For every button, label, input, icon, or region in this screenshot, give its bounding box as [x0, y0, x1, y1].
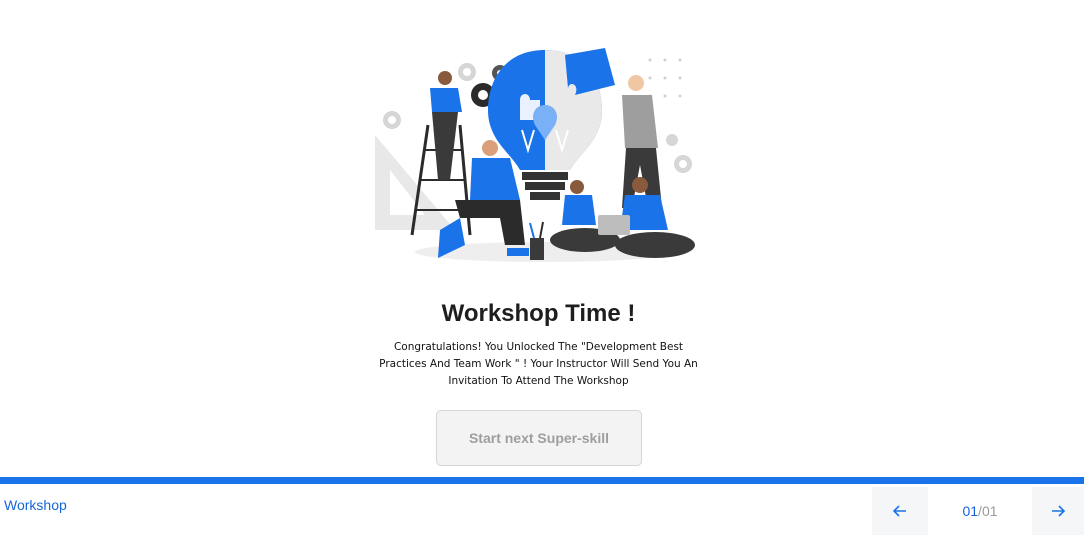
footer-section-label: Workshop	[4, 497, 67, 513]
start-next-super-skill-button[interactable]: Start next Super-skill	[436, 410, 642, 466]
page-counter: 01 / 01	[928, 487, 1032, 535]
previous-button[interactable]	[872, 487, 928, 535]
progress-bar-fill	[0, 477, 1084, 484]
congratulations-message: Congratulations! You Unlocked The "Devel…	[379, 341, 698, 387]
page-title: Workshop Time !	[441, 300, 636, 327]
total-pages: 01	[981, 503, 998, 519]
team-lightbulb-illustration	[375, 48, 695, 262]
arrow-left-icon	[892, 505, 906, 517]
progress-bar	[0, 477, 1084, 484]
arrow-right-icon	[1052, 505, 1066, 517]
current-page: 01	[962, 503, 979, 519]
next-button[interactable]	[1032, 487, 1084, 535]
workshop-screen: Workshop Time ! Congratulations! You Unl…	[0, 0, 1084, 535]
